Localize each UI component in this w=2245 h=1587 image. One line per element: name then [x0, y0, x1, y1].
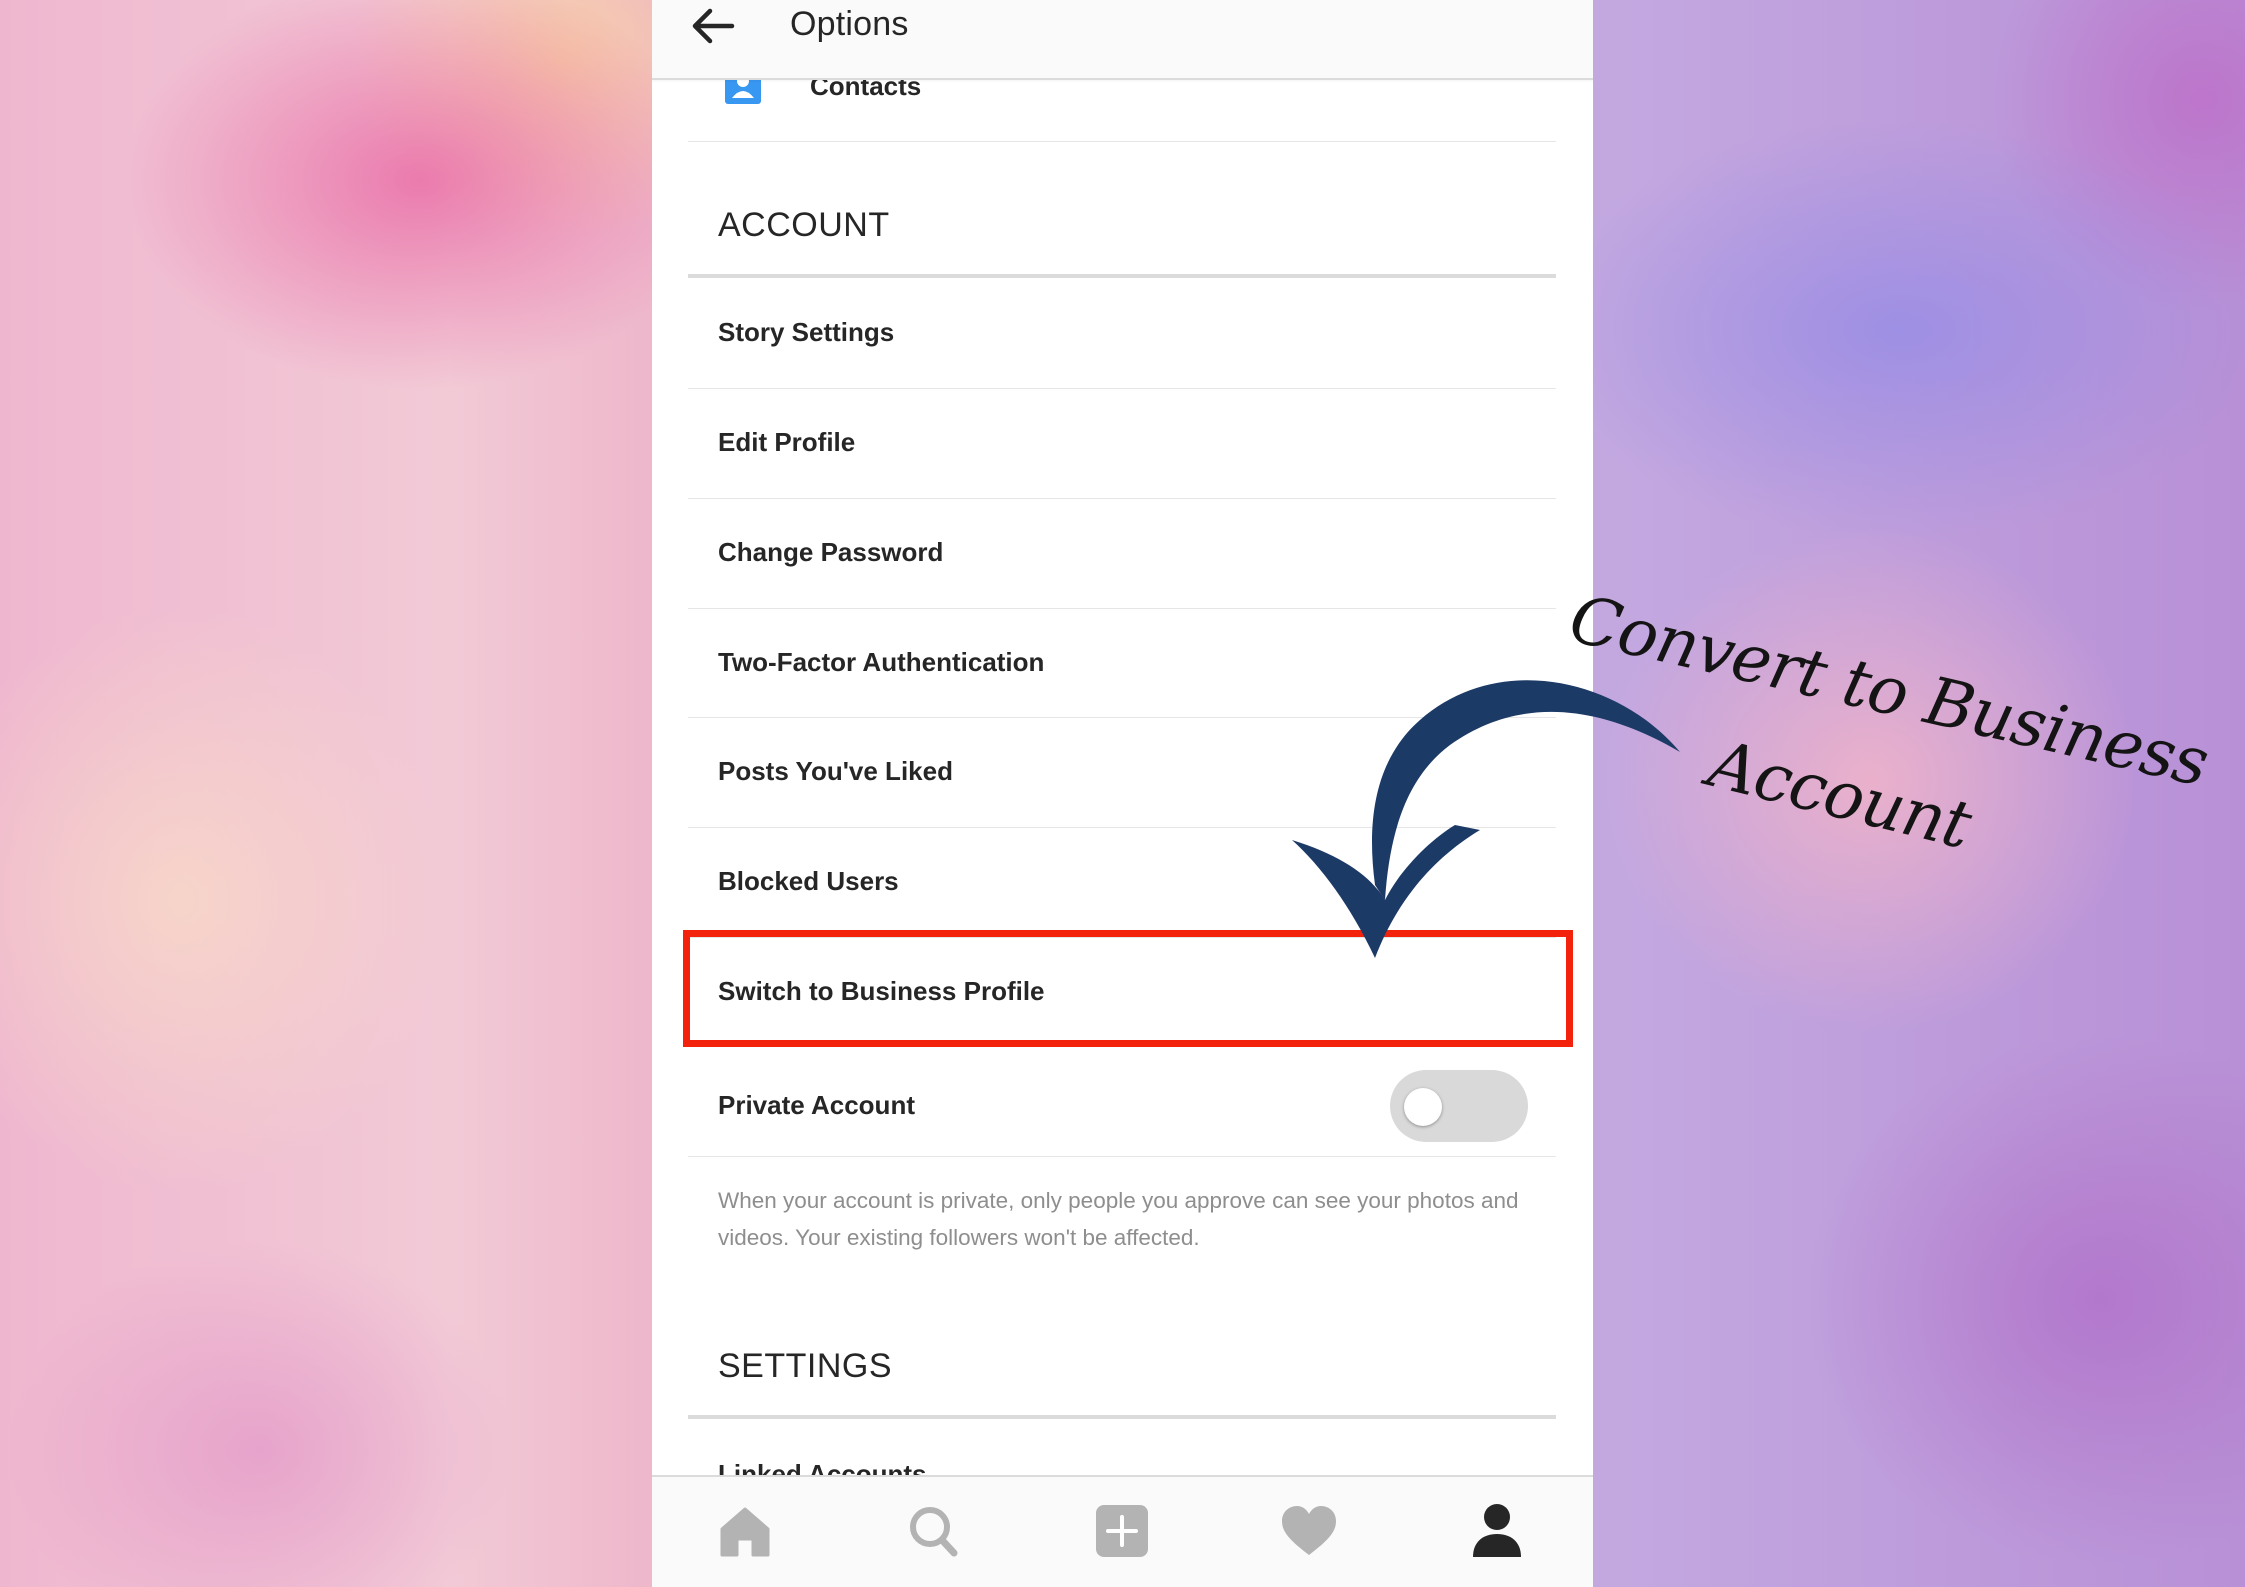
list-item-label: Posts You've Liked: [718, 756, 953, 786]
arrow-left-icon: [692, 8, 735, 44]
list-item-posts-youve-liked[interactable]: Posts You've Liked: [688, 718, 1556, 828]
list-item-blocked-users[interactable]: Blocked Users: [688, 828, 1556, 938]
list-item-private-account: Private Account: [688, 1056, 1556, 1157]
back-button[interactable]: [688, 2, 738, 50]
section-divider: [688, 274, 1556, 278]
annotation-text: Convert to Business Account: [1563, 560, 2215, 870]
annotation-line-1: Convert to Business: [1562, 580, 2215, 802]
private-account-toggle[interactable]: [1390, 1070, 1528, 1142]
private-account-help-text: When your account is private, only peopl…: [718, 1188, 1519, 1250]
nav-search-button[interactable]: [898, 1499, 968, 1563]
home-icon: [720, 1507, 770, 1557]
list-item-label: Change Password: [718, 537, 944, 567]
list-item-change-password[interactable]: Change Password: [688, 499, 1556, 609]
phone-screen: Contacts ACCOUNT Story Settings Edit Pro…: [652, 0, 1593, 1587]
list-item-two-factor-authentication[interactable]: Two-Factor Authentication: [688, 609, 1556, 718]
page-title: Options: [790, 5, 909, 43]
nav-activity-button[interactable]: [1274, 1499, 1344, 1563]
profile-icon: [1473, 1504, 1521, 1557]
list-item-label: Story Settings: [718, 317, 895, 347]
top-bar: Options: [652, 0, 1593, 80]
list-item-label: Edit Profile: [718, 427, 856, 457]
list-item-label: Switch to Business Profile: [718, 976, 1045, 1006]
search-icon: [910, 1507, 958, 1557]
annotation-line-2: Account: [1701, 725, 1978, 865]
list-item-edit-profile[interactable]: Edit Profile: [688, 389, 1556, 499]
nav-add-post-button[interactable]: [1087, 1499, 1157, 1563]
list-item-switch-to-business-profile[interactable]: Switch to Business Profile: [688, 938, 1556, 1046]
bottom-nav: [652, 1475, 1593, 1587]
toggle-knob: [1404, 1088, 1442, 1126]
add-post-icon: [1096, 1505, 1148, 1557]
section-title-settings: SETTINGS: [718, 1347, 893, 1385]
nav-profile-button[interactable]: [1462, 1499, 1532, 1563]
list-item-label: Private Account: [718, 1090, 915, 1120]
section-title-account: ACCOUNT: [718, 206, 890, 244]
nav-home-button[interactable]: [710, 1499, 780, 1563]
list-item-label: Blocked Users: [718, 866, 899, 896]
list-item-story-settings[interactable]: Story Settings: [688, 279, 1556, 389]
heart-icon: [1282, 1506, 1336, 1555]
list-item-label: Two-Factor Authentication: [718, 647, 1045, 677]
